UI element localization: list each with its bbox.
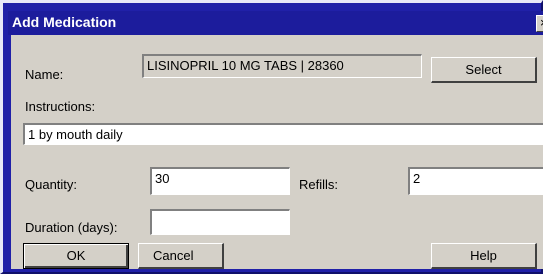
cancel-button[interactable]: Cancel (138, 243, 224, 269)
name-label: Name: (25, 67, 64, 82)
name-field: LISINOPRIL 10 MG TABS | 28360 (142, 54, 422, 78)
refills-input[interactable]: 2 (408, 167, 543, 195)
quantity-input[interactable]: 30 (150, 167, 290, 195)
duration-label: Duration (days): (25, 220, 118, 235)
quantity-label: Quantity: (25, 177, 78, 192)
select-button[interactable]: Select (431, 57, 537, 83)
title-bar[interactable]: Add Medication × (8, 11, 543, 35)
help-button[interactable]: Help (431, 243, 537, 269)
ok-button[interactable]: OK (23, 243, 129, 269)
dialog-window: Add Medication × Name: LISINOPRIL 10 MG … (0, 0, 543, 274)
dialog-title: Add Medication (12, 14, 117, 30)
duration-input[interactable] (150, 209, 290, 235)
instructions-label: Instructions: (25, 99, 96, 114)
instructions-input[interactable]: 1 by mouth daily (23, 123, 543, 145)
dialog-body: Name: LISINOPRIL 10 MG TABS | 28360 Sele… (11, 35, 543, 269)
refills-label: Refills: (299, 177, 339, 192)
close-button[interactable]: × (536, 15, 543, 32)
